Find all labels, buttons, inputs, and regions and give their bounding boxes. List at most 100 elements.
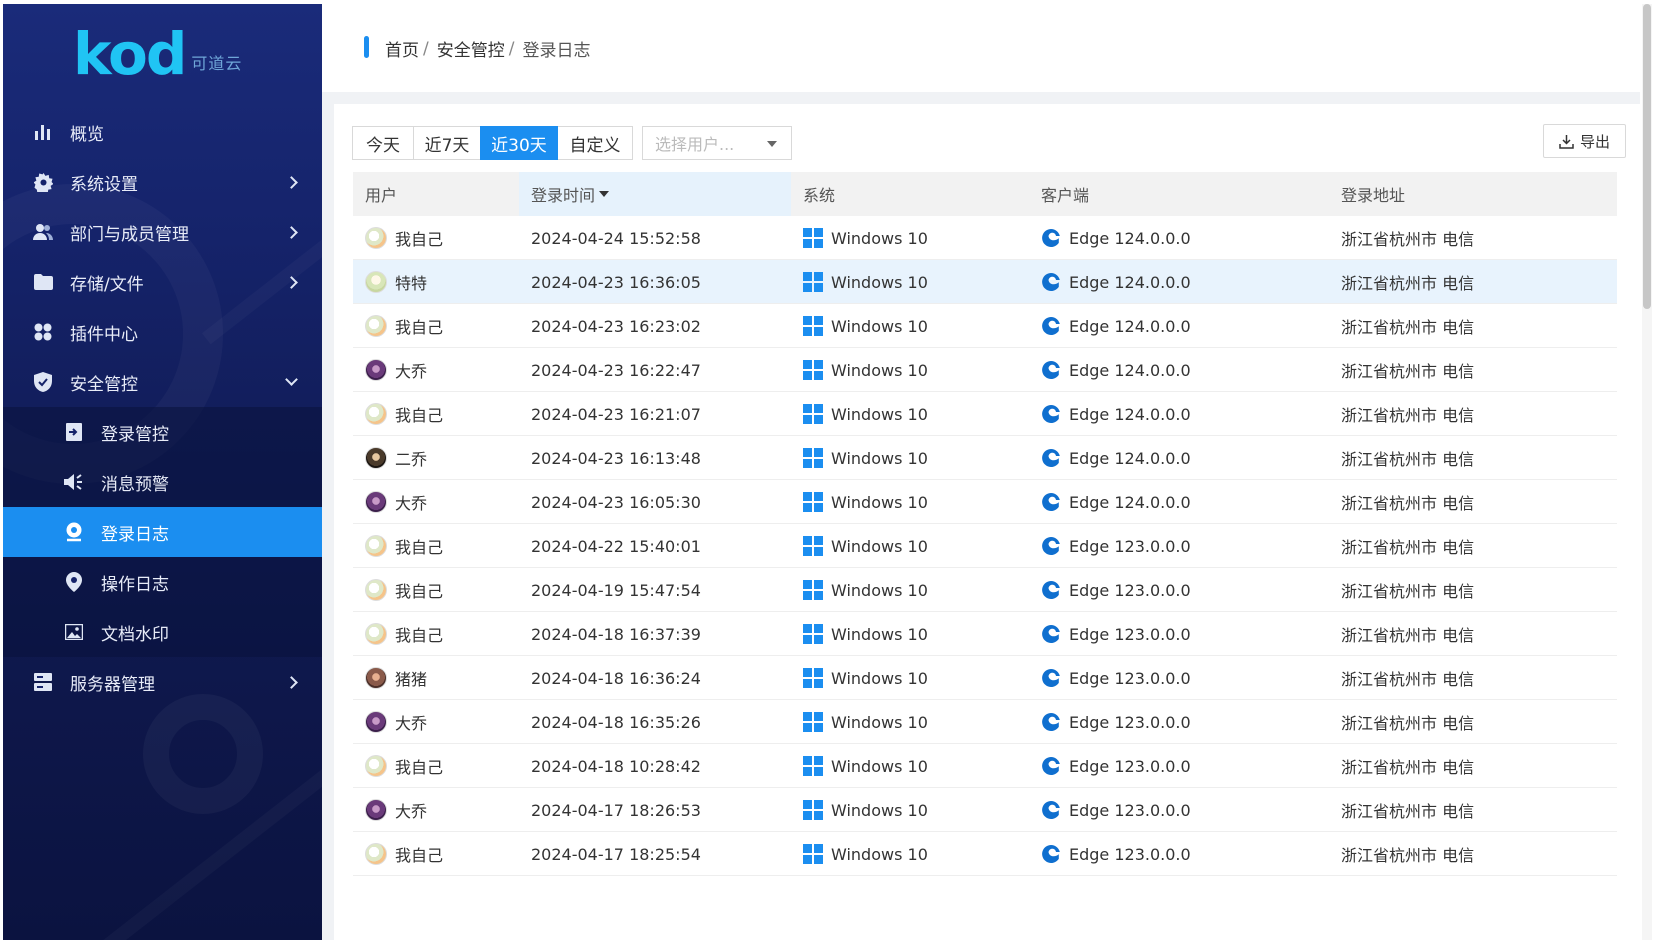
breadcrumb-separator: / (508, 38, 515, 59)
column-header-label: 登录时间 (531, 186, 596, 205)
windows-icon (803, 756, 823, 776)
cell-login-time: 2024-04-23 16:22:47 (531, 360, 701, 380)
sidebar-item-storage-files[interactable]: 存储/文件 (3, 257, 322, 307)
avatar (365, 579, 387, 601)
cell-os: Windows 10 (791, 392, 1029, 436)
sidebar-item-security[interactable]: 安全管控 (3, 357, 322, 407)
chevron-right-icon (285, 175, 298, 189)
windows-icon (803, 272, 823, 292)
cell-login-time: 2024-04-22 15:40:01 (531, 536, 701, 556)
table-row[interactable]: 我自己 2024-04-22 15:40:01 Windows 10 Edge 123… (353, 524, 1617, 568)
cell-address: 浙江省杭州市 电信 (1341, 846, 1475, 865)
table-row[interactable]: 我自己 2024-04-24 15:52:58 Windows 10 Edge 124… (353, 216, 1617, 260)
windows-icon (803, 668, 823, 688)
cell-user: 我自己 (353, 524, 519, 568)
sidebar-item-overview[interactable]: 概览 (3, 107, 322, 157)
cell-address: 浙江省杭州市 电信 (1341, 758, 1475, 777)
os-name: Windows 10 (831, 712, 928, 732)
cell-address: 浙江省杭州市 电信 (1341, 274, 1475, 293)
edge-browser-icon (1041, 624, 1061, 644)
app-logo[interactable]: kod 可道云 (73, 20, 242, 88)
sidebar-item-system-settings[interactable]: 系统设置 (3, 157, 322, 207)
range-7days-button[interactable]: 近7天 (413, 126, 481, 160)
sidebar-item-operation-log[interactable]: 操作日志 (3, 557, 322, 607)
cell-client: Edge 123.0.0.0 (1029, 700, 1329, 744)
logo-text: kod (73, 20, 187, 88)
os-name: Windows 10 (831, 668, 928, 688)
column-header-login-time[interactable]: 登录时间 (519, 172, 791, 216)
cell-os: Windows 10 (791, 436, 1029, 480)
cell-user: 大乔 (353, 348, 519, 392)
windows-icon (803, 536, 823, 556)
cell-client: Edge 123.0.0.0 (1029, 744, 1329, 788)
sidebar-item-server-management[interactable]: 服务器管理 (3, 657, 322, 707)
cell-address: 浙江省杭州市 电信 (1341, 670, 1475, 689)
sidebar-item-login-log[interactable]: 登录日志 (3, 507, 322, 557)
range-30days-button[interactable]: 近30天 (480, 126, 558, 160)
windows-icon (803, 360, 823, 380)
cell-client: Edge 124.0.0.0 (1029, 392, 1329, 436)
os-name: Windows 10 (831, 316, 928, 336)
table-row[interactable]: 特特 2024-04-23 16:36:05 Windows 10 Edge 124.… (353, 260, 1617, 304)
table-row[interactable]: 大乔 2024-04-18 16:35:26 Windows 10 Edge 123.… (353, 700, 1617, 744)
user-name: 大乔 (395, 802, 428, 821)
user-select[interactable]: 选择用户... (642, 126, 792, 160)
cell-user: 二乔 (353, 436, 519, 480)
table-row[interactable]: 我自己 2024-04-18 16:37:39 Windows 10 Edge 123… (353, 612, 1617, 656)
range-today-button[interactable]: 今天 (352, 126, 414, 160)
table-row[interactable]: 我自己 2024-04-23 16:21:07 Windows 10 Edge 124… (353, 392, 1617, 436)
windows-icon (803, 712, 823, 732)
table-row[interactable]: 猪猪 2024-04-18 16:36:24 Windows 10 Edge 123.… (353, 656, 1617, 700)
sidebar-item-message-alert[interactable]: 消息预警 (3, 457, 322, 507)
edge-browser-icon (1041, 228, 1061, 248)
sidebar-item-plugins[interactable]: 插件中心 (3, 307, 322, 357)
range-custom-button[interactable]: 自定义 (557, 126, 633, 160)
edge-browser-icon (1041, 844, 1061, 864)
table-row[interactable]: 我自己 2024-04-19 15:47:54 Windows 10 Edge 123… (353, 568, 1617, 612)
page-scrollbar[interactable] (1642, 4, 1652, 940)
cell-os: Windows 10 (791, 216, 1029, 260)
sidebar-item-label: 登录管控 (101, 424, 169, 445)
table-row[interactable]: 我自己 2024-04-23 16:23:02 Windows 10 Edge 124… (353, 304, 1617, 348)
cell-user: 我自己 (353, 744, 519, 788)
cell-user: 我自己 (353, 304, 519, 348)
table-row[interactable]: 我自己 2024-04-17 18:25:54 Windows 10 Edge 123… (353, 832, 1617, 876)
breadcrumb-home[interactable]: 首页 (385, 36, 419, 61)
cell-address: 浙江省杭州市 电信 (1341, 362, 1475, 381)
breadcrumb-section[interactable]: 安全管控 (437, 36, 505, 61)
cell-user: 我自己 (353, 568, 519, 612)
sidebar-item-doc-watermark[interactable]: 文档水印 (3, 607, 322, 657)
users-icon (33, 222, 53, 242)
cell-user: 我自己 (353, 612, 519, 656)
table-row[interactable]: 二乔 2024-04-23 16:13:48 Windows 10 Edge 124.… (353, 436, 1617, 480)
user-name: 我自己 (395, 626, 444, 645)
avatar (365, 711, 387, 733)
table-row[interactable]: 大乔 2024-04-23 16:22:47 Windows 10 Edge 124.… (353, 348, 1617, 392)
sidebar-item-label: 服务器管理 (70, 674, 155, 695)
top-bar: 首页 / 安全管控 / 登录日志 (322, 4, 1640, 92)
scrollbar-thumb[interactable] (1643, 4, 1651, 309)
table-row[interactable]: 我自己 2024-04-18 10:28:42 Windows 10 Edge 123… (353, 744, 1617, 788)
cell-client: Edge 123.0.0.0 (1029, 612, 1329, 656)
user-name: 猪猪 (395, 670, 428, 689)
client-name: Edge 124.0.0.0 (1069, 448, 1191, 468)
sidebar-item-departments-members[interactable]: 部门与成员管理 (3, 207, 322, 257)
client-name: Edge 124.0.0.0 (1069, 228, 1191, 248)
server-icon (33, 672, 53, 692)
sidebar-item-login-control[interactable]: 登录管控 (3, 407, 322, 457)
table-row[interactable]: 大乔 2024-04-23 16:05:30 Windows 10 Edge 124.… (353, 480, 1617, 524)
edge-browser-icon (1041, 404, 1061, 424)
edge-browser-icon (1041, 712, 1061, 732)
sidebar-decoration (143, 694, 263, 814)
user-name: 大乔 (395, 714, 428, 733)
avatar (365, 447, 387, 469)
client-name: Edge 123.0.0.0 (1069, 624, 1191, 644)
cell-os: Windows 10 (791, 700, 1029, 744)
cell-user: 大乔 (353, 788, 519, 832)
table-row[interactable]: 大乔 2024-04-17 18:26:53 Windows 10 Edge 123.… (353, 788, 1617, 832)
breadcrumb-current: 登录日志 (522, 41, 591, 61)
chevron-down-icon (285, 373, 298, 386)
export-button[interactable]: 导出 (1543, 124, 1626, 158)
cell-address: 浙江省杭州市 电信 (1341, 494, 1475, 513)
sidebar-item-label: 存储/文件 (70, 274, 144, 295)
